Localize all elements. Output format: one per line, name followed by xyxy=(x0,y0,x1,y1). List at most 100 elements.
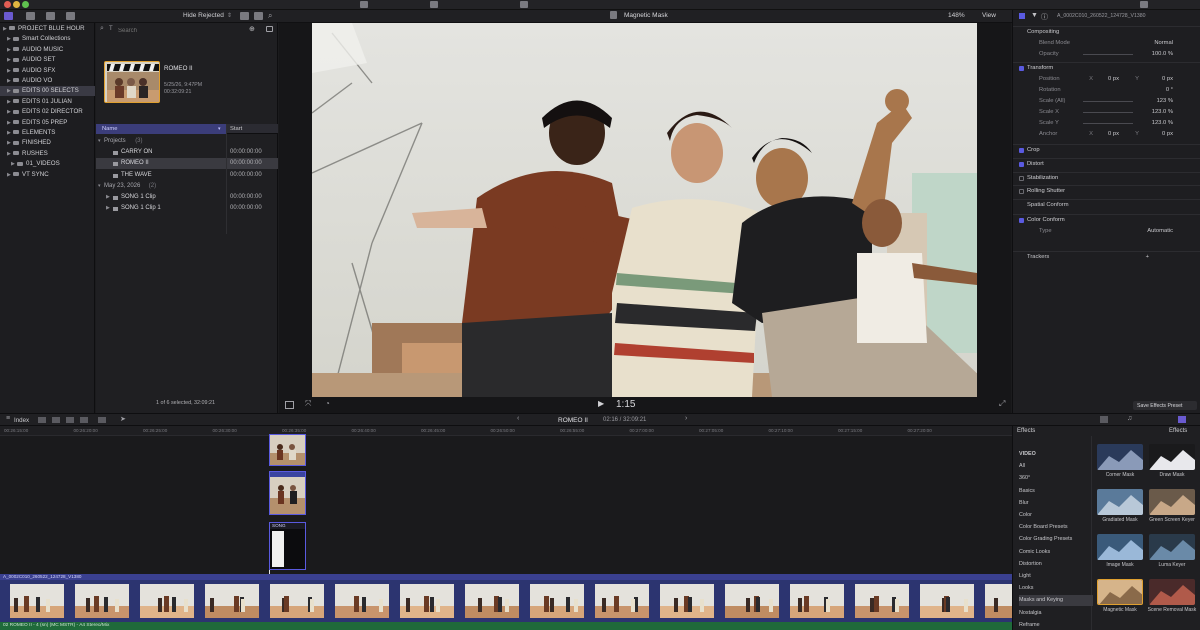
library-item[interactable]: ▶ FINISHED xyxy=(0,138,95,148)
enable-checkbox[interactable] xyxy=(1019,176,1024,181)
browser-group-row[interactable]: ▾ May 23, 2026 (2) xyxy=(96,181,278,192)
inspector-row[interactable]: Stabilization xyxy=(1013,173,1200,184)
skimming-icon[interactable] xyxy=(1100,416,1108,423)
effect-tile[interactable] xyxy=(1097,444,1143,470)
effects-category[interactable]: Blur xyxy=(1019,498,1093,509)
inspector-row[interactable]: Position X 0 px Y 0 px xyxy=(1013,74,1200,85)
browser-row[interactable]: ROMEO II 00:00:00:00 xyxy=(96,158,278,170)
effects-category[interactable]: Comic Looks xyxy=(1019,547,1093,558)
close-window-button[interactable] xyxy=(4,1,11,8)
effects-category[interactable]: Nostalgia xyxy=(1019,608,1093,619)
inspector-row-value[interactable]: 100.0 % xyxy=(1152,49,1173,60)
background-tasks-icon[interactable] xyxy=(1140,1,1148,8)
effects-category[interactable]: Light xyxy=(1019,571,1093,582)
effects-category[interactable]: Reframe xyxy=(1019,620,1093,630)
video-frame[interactable] xyxy=(312,23,977,397)
library-item[interactable]: ▶ AUDIO SET xyxy=(0,55,95,65)
library-item[interactable]: ▶ AUDIO MUSIC xyxy=(0,45,95,55)
audio-icon[interactable]: ♫ xyxy=(1127,415,1132,422)
list-view-icon[interactable] xyxy=(254,12,263,20)
effect-tile[interactable] xyxy=(1097,489,1143,515)
effects-category[interactable]: Color xyxy=(1019,510,1093,521)
library-item[interactable]: ▶ EDITS 02 DIRECTOR xyxy=(0,107,95,117)
connect-clip-icon[interactable] xyxy=(38,417,46,423)
transitions-icon[interactable] xyxy=(66,12,75,20)
library-item[interactable]: ▶ RUSHES xyxy=(0,149,95,159)
timecode-display[interactable]: 1:15 xyxy=(616,399,635,410)
effect-tile[interactable] xyxy=(1149,579,1195,605)
inspector-row-value[interactable]: 0 ° xyxy=(1166,85,1173,96)
inspector-row[interactable]: Anchor X 0 px Y 0 px xyxy=(1013,129,1200,140)
effect-tile[interactable] xyxy=(1097,579,1143,605)
browser-row[interactable]: ▶ SONG 1 Clip 00:00:00:00 xyxy=(96,192,278,203)
browser-row[interactable]: THE WAVE 00:00:00:00 xyxy=(96,170,278,181)
library-item[interactable]: ▶ AUDIO VO xyxy=(0,76,95,86)
photos-icon[interactable] xyxy=(26,12,35,20)
browser-row[interactable]: CARRY ON 00:00:00:00 xyxy=(96,147,278,158)
value-slider[interactable] xyxy=(1083,54,1133,55)
effects-category[interactable]: Color Board Presets xyxy=(1019,522,1093,533)
inspector-row-value[interactable]: 123.0 % xyxy=(1152,107,1173,118)
value-slider[interactable] xyxy=(1083,123,1133,124)
append-clip-icon[interactable] xyxy=(66,417,74,423)
trim-icon[interactable] xyxy=(98,417,106,423)
connected-clip[interactable] xyxy=(269,471,306,515)
inspector-row-value[interactable]: 123.0 % xyxy=(1152,118,1173,129)
play-icon[interactable]: ▶ xyxy=(598,399,604,408)
share-icon[interactable] xyxy=(520,1,528,8)
inspector-row[interactable]: Trackers + xyxy=(1013,252,1200,263)
x-value[interactable]: 0 px xyxy=(1108,129,1119,140)
inspector-row-value[interactable]: 123 % xyxy=(1157,96,1173,107)
connected-clip-song[interactable]: SONG xyxy=(269,522,306,570)
project-thumbnail[interactable] xyxy=(104,61,160,103)
zoom-window-button[interactable] xyxy=(22,1,29,8)
back-icon[interactable]: ‹ xyxy=(517,415,519,422)
save-effects-preset-button[interactable]: Save Effects Preset xyxy=(1133,401,1197,410)
inspector-row[interactable]: Rotation 0 ° xyxy=(1013,85,1200,96)
library-item[interactable]: ▶ AUDIO SFX xyxy=(0,66,95,76)
search-input[interactable] xyxy=(118,26,238,35)
keyword-icon[interactable] xyxy=(430,1,438,8)
effects-dropdown[interactable]: Effects xyxy=(1169,428,1187,434)
y-value[interactable]: 0 px xyxy=(1162,129,1173,140)
filter-icon[interactable]: ▼ xyxy=(1031,12,1038,19)
value-slider[interactable] xyxy=(1083,101,1133,102)
effect-tile[interactable] xyxy=(1149,489,1195,515)
overwrite-clip-icon[interactable] xyxy=(80,417,88,423)
library-item[interactable]: ▶ VT SYNC xyxy=(0,170,95,180)
minimize-window-button[interactable] xyxy=(13,1,20,8)
import-icon[interactable] xyxy=(360,1,368,8)
disclosure-triangle-icon[interactable]: ▾ xyxy=(98,181,101,192)
enable-checkbox[interactable] xyxy=(1019,189,1024,194)
speed-icon[interactable]: ◔ xyxy=(325,399,330,408)
audio-track[interactable]: 02 ROMEO II - 4 (sn) (MC MSTR) - A4 Ster… xyxy=(0,622,1012,630)
select-tool-icon[interactable]: ➤ xyxy=(120,415,126,423)
library-item[interactable]: ▶ ELEMENTS xyxy=(0,128,95,138)
effects-category[interactable]: Distortion xyxy=(1019,559,1093,570)
add-filter-icon[interactable]: ⊕ xyxy=(249,25,255,33)
clip-appearance-icon[interactable] xyxy=(240,12,249,20)
primary-storyline[interactable] xyxy=(0,580,1039,622)
sidebar-toggle-icon[interactable] xyxy=(266,26,273,32)
library-item[interactable]: ▶ EDITS 01 JULIAN xyxy=(0,97,95,107)
inspector-row[interactable]: Crop xyxy=(1013,145,1200,156)
titles-icon[interactable] xyxy=(46,12,55,20)
fullscreen-icon[interactable]: ⤢ xyxy=(999,399,1005,409)
inspector-row[interactable]: Rolling Shutter xyxy=(1013,186,1200,197)
enable-checkbox[interactable] xyxy=(1019,66,1024,71)
name-column-header[interactable]: Name xyxy=(102,126,117,132)
effect-tile[interactable] xyxy=(1097,534,1143,560)
library-item[interactable]: ▶ 01_VIDEOS xyxy=(0,159,95,169)
inspector-row[interactable]: Distort xyxy=(1013,159,1200,170)
inspector-row[interactable]: Scale X 123.0 % xyxy=(1013,107,1200,118)
effect-tile[interactable] xyxy=(1149,444,1195,470)
library-item[interactable]: ▶ Smart Collections xyxy=(0,34,95,44)
browser-group-row[interactable]: ▾ Projects (3) xyxy=(96,136,278,147)
disclosure-triangle-icon[interactable]: ▶ xyxy=(106,192,110,203)
zoom-dropdown[interactable]: 148% xyxy=(948,12,965,19)
inspector-row[interactable]: Scale Y 123.0 % xyxy=(1013,118,1200,129)
inspector-row[interactable]: Transform xyxy=(1013,63,1200,74)
retime-tool-icon[interactable]: ⤧ xyxy=(305,399,311,409)
enable-checkbox[interactable] xyxy=(1019,148,1024,153)
video-inspector-icon[interactable] xyxy=(1019,13,1025,19)
